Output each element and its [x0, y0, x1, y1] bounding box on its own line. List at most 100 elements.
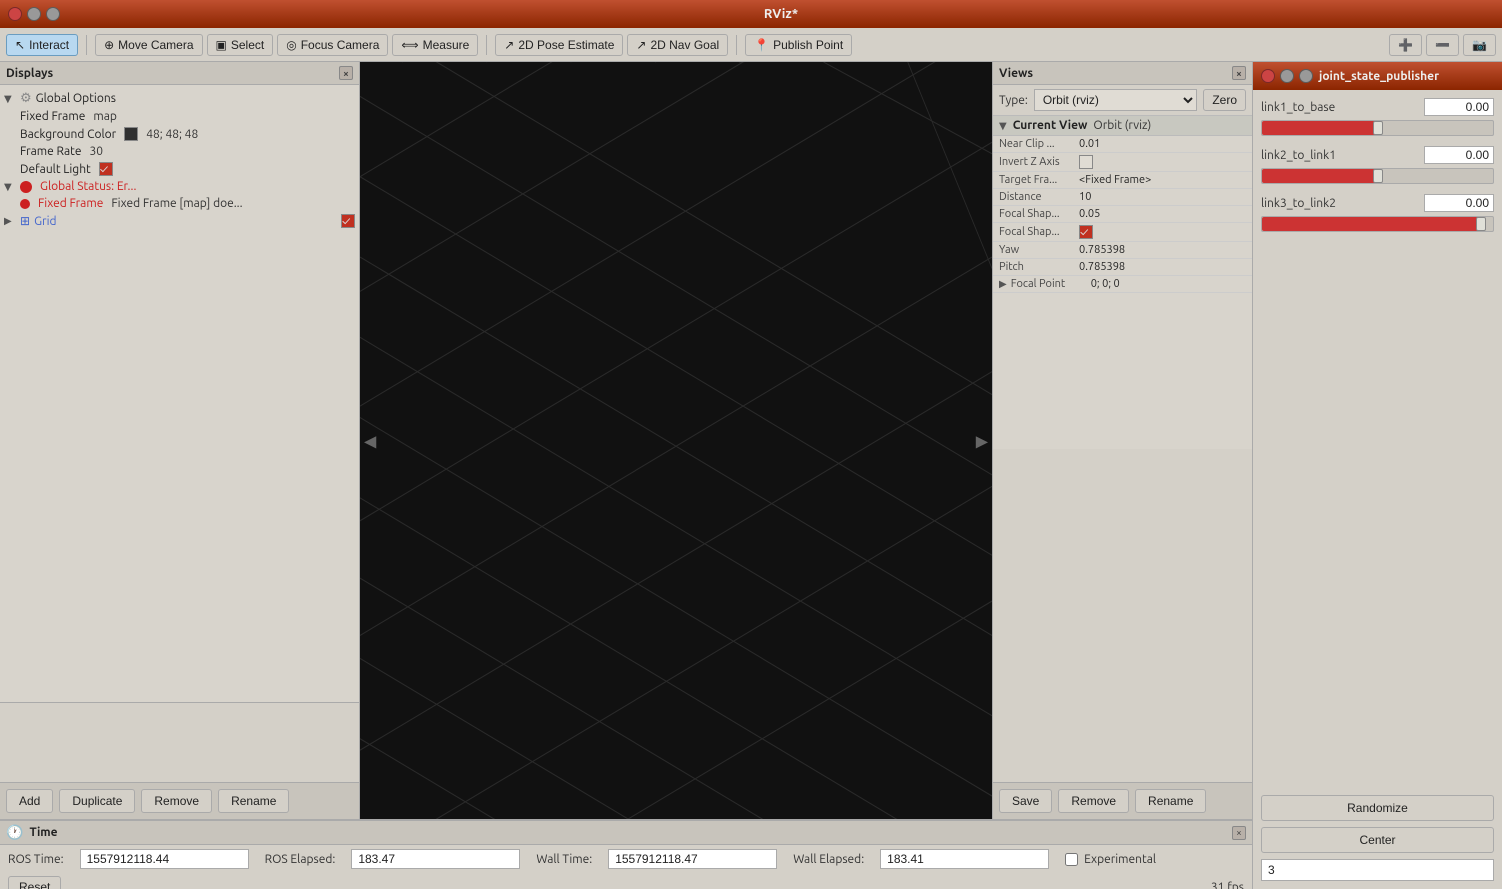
frame-rate-value: 30: [89, 145, 103, 158]
ros-elapsed-input[interactable]: [351, 849, 520, 869]
global-status-fixed-frame-item[interactable]: Fixed Frame Fixed Frame [map] doe...: [0, 195, 359, 212]
center-button[interactable]: Center: [1261, 827, 1494, 853]
joint-state-publisher-panel: joint_state_publisher link1_to_base: [1252, 62, 1502, 889]
views-type-label: Type:: [999, 94, 1028, 107]
focal-shape-size-value: 0.05: [1079, 208, 1100, 220]
link3-value-input[interactable]: [1424, 194, 1494, 212]
fixed-frame-item[interactable]: Fixed Frame map: [0, 108, 359, 125]
views-zero-button[interactable]: Zero: [1203, 89, 1246, 111]
minus-icon-button[interactable]: ➖: [1426, 34, 1459, 56]
default-light-check[interactable]: ✓: [99, 162, 113, 176]
link2-slider-track[interactable]: [1261, 168, 1494, 184]
interact-button[interactable]: ↖ Interact: [6, 34, 78, 56]
fixed-frame-value: map: [93, 110, 117, 123]
displays-panel: Displays × ▼ ⚙ Global Options Fixed Fram…: [0, 62, 360, 819]
global-status-item[interactable]: ▼ Global Status: Er...: [0, 178, 359, 195]
pitch-label: Pitch: [999, 261, 1079, 273]
link2-slider-thumb[interactable]: [1373, 169, 1383, 183]
jsp-minimize-button[interactable]: [1280, 69, 1294, 83]
publish-point-button[interactable]: 📍 Publish Point: [745, 34, 852, 56]
views-tree: ▼ Current View Orbit (rviz) Near Clip ..…: [993, 116, 1252, 449]
views-close-button[interactable]: ×: [1232, 66, 1246, 80]
link3-slider-thumb[interactable]: [1476, 217, 1486, 231]
add-button[interactable]: Add: [6, 789, 53, 813]
link1-slider-track[interactable]: [1261, 120, 1494, 136]
interact-label: Interact: [29, 38, 69, 52]
focal-point-label: Focal Point: [1011, 278, 1091, 290]
2d-nav-button[interactable]: ↗ 2D Nav Goal: [627, 34, 728, 56]
duplicate-button[interactable]: Duplicate: [59, 789, 135, 813]
displays-close-button[interactable]: ×: [339, 66, 353, 80]
experimental-checkbox[interactable]: [1065, 853, 1078, 866]
toolbar-separator-2: [486, 35, 487, 55]
views-header: Views ×: [993, 62, 1252, 85]
focal-shape-fixed-checkbox[interactable]: ✓: [1079, 225, 1093, 239]
link3-slider-track[interactable]: [1261, 216, 1494, 232]
views-type-select[interactable]: Orbit (rviz): [1034, 89, 1197, 111]
views-rename-button[interactable]: Rename: [1135, 789, 1206, 813]
select-icon: ▣: [216, 38, 227, 52]
frame-rate-item[interactable]: Frame Rate 30: [0, 143, 359, 160]
jsp-maximize-button[interactable]: [1299, 69, 1313, 83]
wall-time-input[interactable]: [608, 849, 777, 869]
views-remove-button[interactable]: Remove: [1058, 789, 1129, 813]
distance-label: Distance: [999, 191, 1079, 203]
minimize-button[interactable]: [27, 7, 41, 21]
link1-value-input[interactable]: [1424, 98, 1494, 116]
link1-slider-fill: [1262, 121, 1378, 135]
wall-elapsed-input[interactable]: [880, 849, 1049, 869]
grid-item[interactable]: ▶ ⊞ Grid ✓: [0, 212, 359, 230]
frame-rate-label: Frame Rate: [20, 145, 81, 158]
jsp-number-input[interactable]: [1261, 859, 1494, 881]
center-panel: ◀ ▶: [360, 62, 992, 819]
reset-button[interactable]: Reset: [8, 876, 61, 889]
measure-button[interactable]: ⟺ Measure: [392, 34, 478, 56]
move-camera-button[interactable]: ⊕ Move Camera: [95, 34, 202, 56]
jsp-close-button[interactable]: [1261, 69, 1275, 83]
invert-z-checkbox[interactable]: [1079, 155, 1093, 169]
views-save-button[interactable]: Save: [999, 789, 1052, 813]
default-light-item[interactable]: Default Light ✓: [0, 160, 359, 178]
default-light-checkbox: ✓: [99, 162, 113, 176]
2d-pose-icon: ↗: [504, 38, 514, 52]
displays-header: Displays ×: [0, 62, 359, 85]
link1-slider-thumb[interactable]: [1373, 121, 1383, 135]
viewport[interactable]: ◀ ▶: [360, 62, 992, 819]
jsp-window-controls: [1261, 69, 1313, 83]
background-color-label: Background Color: [20, 128, 116, 141]
background-color-item[interactable]: Background Color 48; 48; 48: [0, 125, 359, 143]
yaw-row: Yaw 0.785398: [993, 242, 1252, 259]
viewport-arrow-left[interactable]: ◀: [364, 431, 376, 450]
ros-time-input[interactable]: [80, 849, 249, 869]
maximize-button[interactable]: [46, 7, 60, 21]
viewport-arrow-right[interactable]: ▶: [976, 431, 988, 450]
current-view-header[interactable]: ▼ Current View Orbit (rviz): [993, 116, 1252, 136]
randomize-button[interactable]: Randomize: [1261, 795, 1494, 821]
add-icon-button[interactable]: ➕: [1389, 34, 1422, 56]
grid-checkbox: ✓: [341, 214, 355, 228]
time-header: 🕐 Time ×: [0, 821, 1252, 845]
experimental-label: Experimental: [1084, 853, 1156, 866]
toolbar-separator-1: [86, 35, 87, 55]
time-close-button[interactable]: ×: [1232, 826, 1246, 840]
global-options-arrow: ▼: [4, 93, 16, 105]
select-button[interactable]: ▣ Select: [207, 34, 274, 56]
distance-value: 10: [1079, 191, 1091, 203]
app-title: RViz*: [68, 7, 1494, 21]
global-status-icon: [20, 181, 32, 193]
link2-value-input[interactable]: [1424, 146, 1494, 164]
jsp-title: joint_state_publisher: [1319, 70, 1439, 83]
app-wrapper: RViz* ↖ Interact ⊕ Move Camera ▣ Select …: [0, 0, 1502, 889]
toolbar-separator-3: [736, 35, 737, 55]
focal-shape-size-label: Focal Shap...: [999, 208, 1079, 220]
2d-pose-button[interactable]: ↗ 2D Pose Estimate: [495, 34, 623, 56]
grid-check[interactable]: ✓: [341, 214, 355, 228]
focus-camera-button[interactable]: ◎ Focus Camera: [277, 34, 388, 56]
close-button[interactable]: [8, 7, 22, 21]
target-frame-label: Target Fra...: [999, 174, 1079, 186]
rename-button[interactable]: Rename: [218, 789, 289, 813]
remove-button[interactable]: Remove: [141, 789, 212, 813]
camera-icon-button[interactable]: 📷: [1463, 34, 1496, 56]
global-options-item[interactable]: ▼ ⚙ Global Options: [0, 89, 359, 108]
measure-label: Measure: [423, 38, 470, 52]
